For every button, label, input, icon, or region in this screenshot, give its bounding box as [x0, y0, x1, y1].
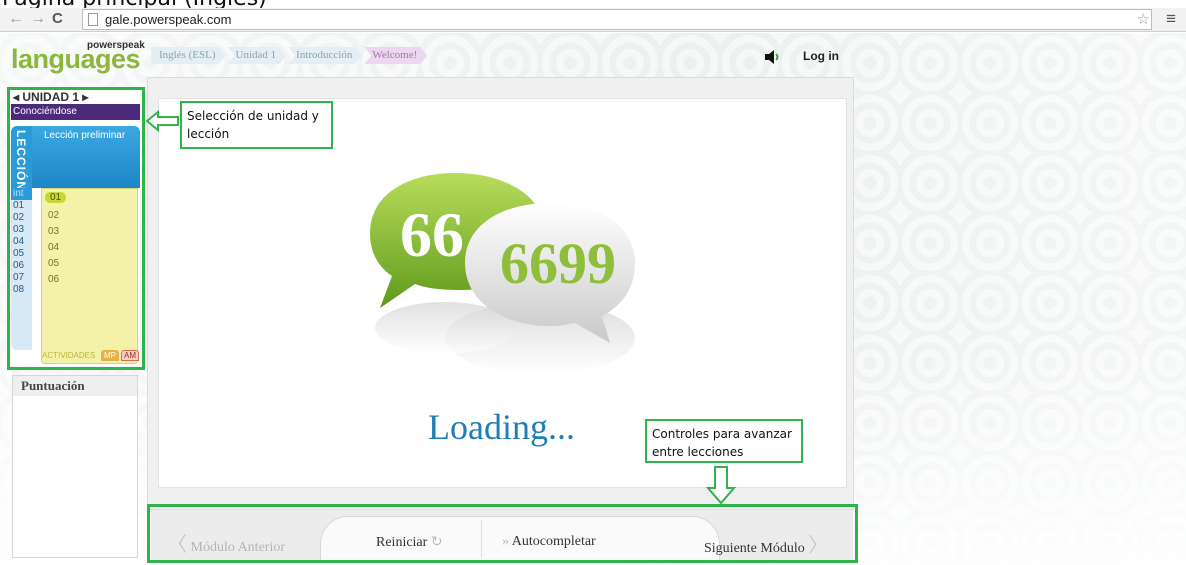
address-bar[interactable]: gale.powerspeak.com — [82, 9, 1152, 30]
speech-bubbles-image: 66 66 99 — [370, 173, 635, 374]
breadcrumb: Inglés (ESL) Unidad 1 Introducción Welco… — [151, 47, 429, 64]
annotation-controls: Controles para avanzar entre lecciones — [645, 419, 803, 463]
speaker-icon[interactable] — [764, 50, 782, 64]
annotation-highlight-sidebar — [7, 87, 145, 370]
annotation-unit-selection: Selección de unidad y lección — [180, 101, 333, 149]
url-text: gale.powerspeak.com — [105, 12, 232, 27]
forward-arrow-icon[interactable]: → — [30, 10, 46, 28]
breadcrumb-section[interactable]: Introducción — [288, 47, 362, 64]
breadcrumb-unit[interactable]: Unidad 1 — [228, 47, 287, 64]
logo[interactable]: languages — [11, 44, 141, 75]
svg-text:66: 66 — [500, 231, 558, 296]
browser-toolbar: ← → C gale.powerspeak.com ☆ ≡ — [0, 8, 1186, 32]
reload-icon[interactable]: C — [52, 10, 63, 27]
star-icon[interactable]: ☆ — [1137, 10, 1150, 28]
login-link[interactable]: Log in — [803, 49, 839, 63]
arrow-left-icon — [146, 110, 179, 132]
menu-icon[interactable]: ≡ — [1166, 9, 1176, 29]
loading-text: Loading... — [428, 407, 575, 447]
page-icon — [88, 13, 98, 26]
annotation-highlight-controls — [147, 504, 858, 563]
svg-text:99: 99 — [558, 231, 616, 296]
svg-text:66: 66 — [400, 199, 464, 270]
breadcrumb-course[interactable]: Inglés (ESL) — [151, 47, 226, 64]
arrow-down-icon — [706, 466, 736, 504]
score-title: Puntuación — [13, 376, 137, 396]
score-panel: Puntuación — [12, 375, 138, 558]
back-arrow-icon[interactable]: ← — [8, 10, 24, 28]
breadcrumb-current: Welcome! — [364, 47, 427, 64]
